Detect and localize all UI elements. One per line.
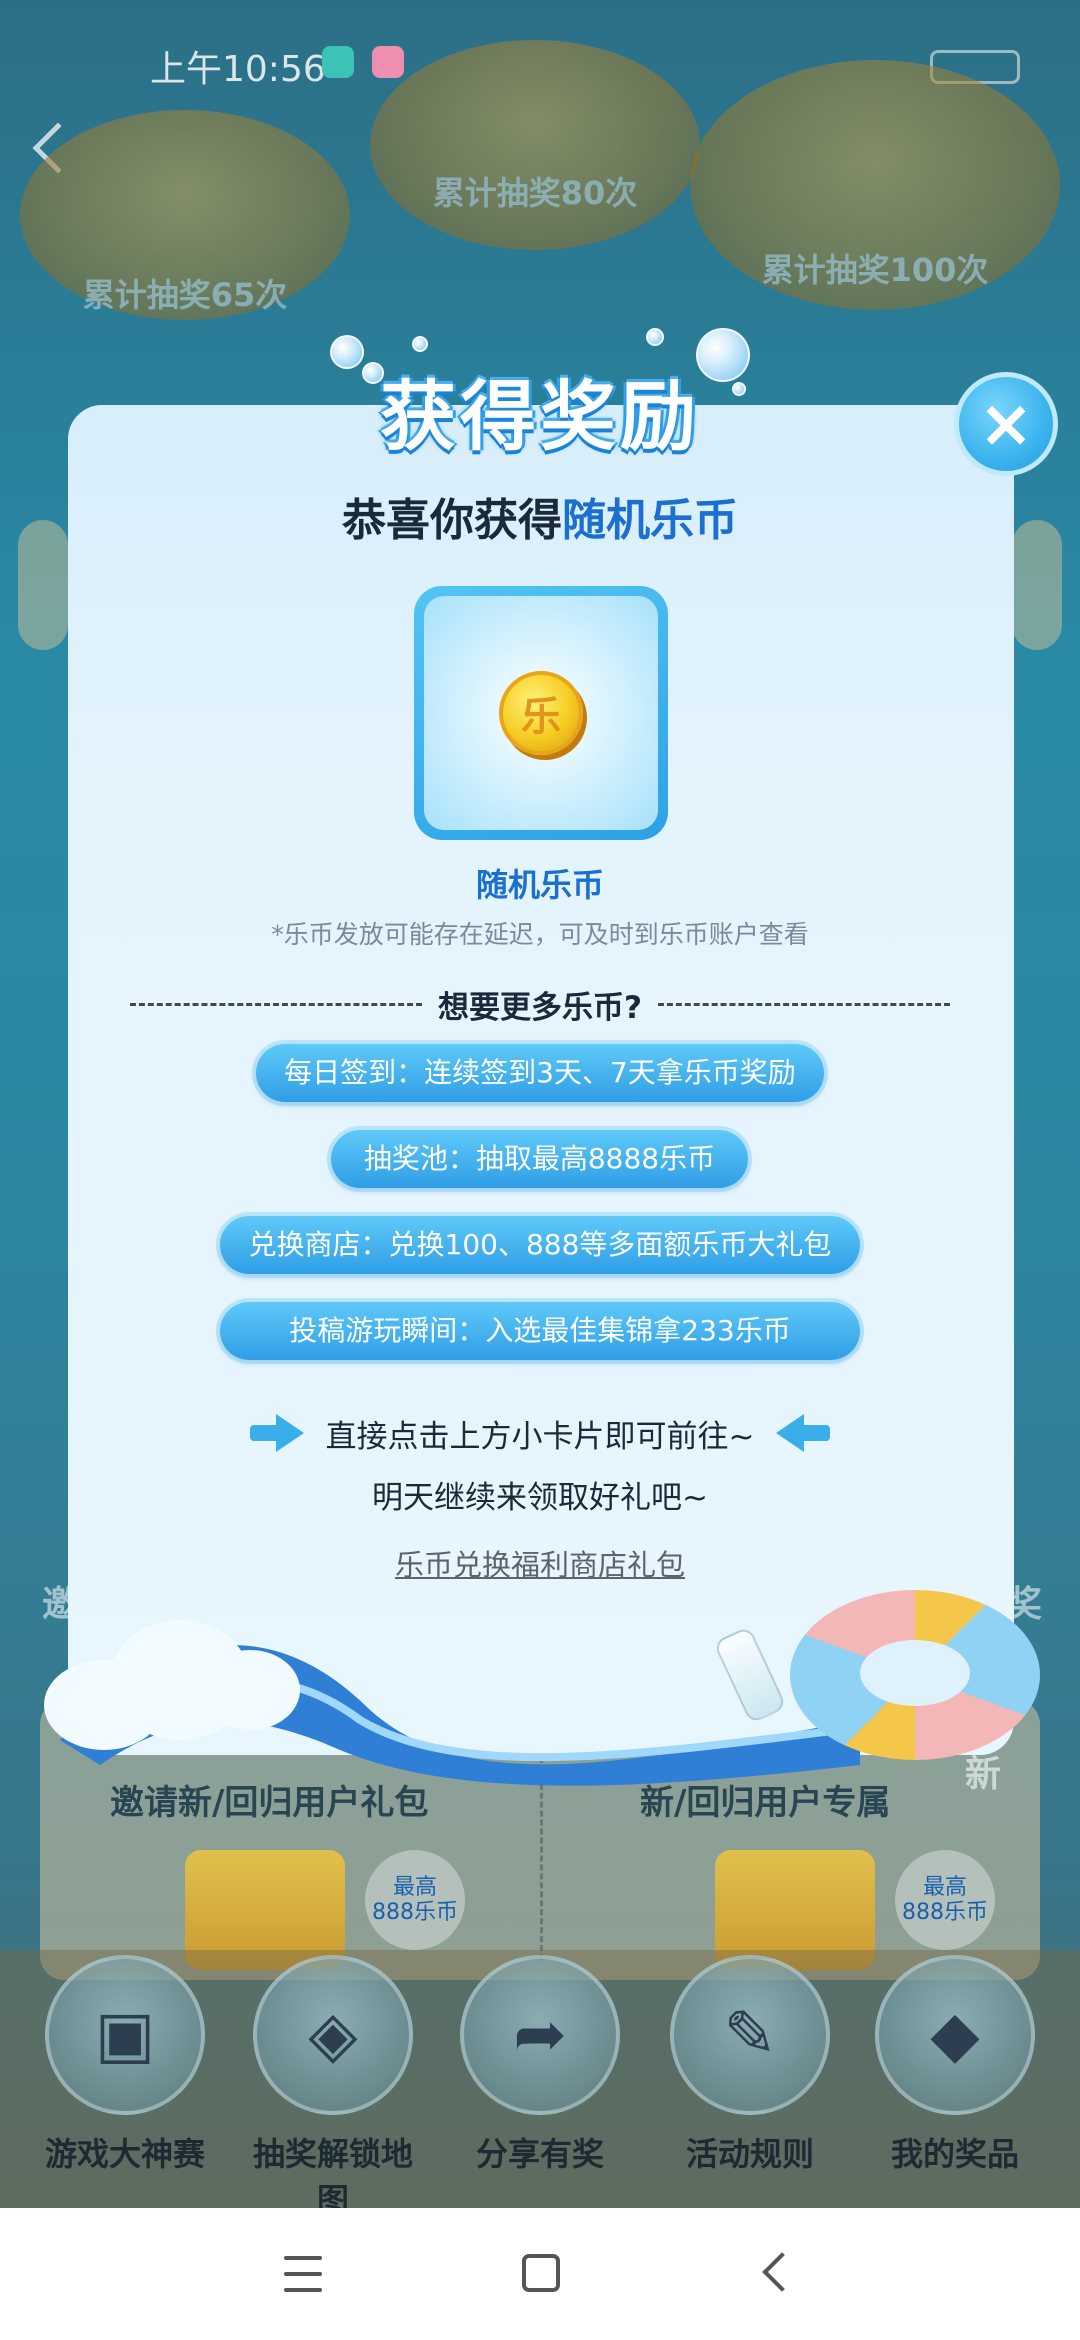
shop-link[interactable]: 乐币兑换福利商店礼包	[0, 1542, 1080, 1584]
island-100[interactable]: 累计抽奖100次	[690, 60, 1060, 310]
task-lottery-pool-button[interactable]: 抽奖池：抽取最高8888乐币	[331, 1130, 748, 1188]
max-badge-right: 最高 888乐币	[895, 1850, 995, 1950]
island-label: 累计抽奖80次	[432, 174, 638, 212]
more-coins-title: 想要更多乐币?	[438, 989, 642, 1026]
nav-my-prizes[interactable]: ◆ 我的奖品	[870, 1955, 1040, 2175]
menu-icon[interactable]	[284, 2256, 322, 2292]
badge-bottom: 888乐币	[902, 1900, 988, 1925]
back-nav-icon[interactable]	[762, 2252, 802, 2292]
gift-icon: ◆	[875, 1955, 1035, 2115]
tv-icon: ▣	[45, 1955, 205, 2115]
prize-note: *乐币发放可能存在延迟，可及时到乐币账户查看	[271, 920, 809, 949]
island-label: 累计抽奖65次	[82, 276, 288, 314]
prize-card-inner: 乐	[424, 596, 658, 830]
share-icon: ➦	[460, 1955, 620, 2115]
prize-name: 随机乐币	[475, 866, 604, 904]
close-icon: ×	[978, 385, 1034, 462]
island-80[interactable]: 累计抽奖80次	[370, 40, 700, 250]
island-65[interactable]: 累计抽奖65次	[20, 110, 350, 320]
bubble-decoration	[412, 336, 428, 352]
status-time: 上午10:56	[150, 49, 326, 90]
congrats-prefix: 恭喜你获得	[342, 495, 562, 546]
swim-ring-decoration	[790, 1590, 1040, 1760]
map-icon: ◈	[253, 1955, 413, 2115]
game-app-icon	[372, 46, 404, 78]
tomorrow-text: 明天继续来领取好礼吧~	[372, 1480, 708, 1516]
arrow-left-icon	[774, 1414, 831, 1452]
bubble-decoration	[646, 328, 664, 346]
prize-card: 乐	[414, 586, 668, 840]
congrats-text: 恭喜你获得随机乐币	[0, 484, 1080, 548]
dashed-line	[658, 1002, 951, 1006]
coin-glyph: 乐	[521, 694, 561, 740]
close-button[interactable]: ×	[954, 372, 1058, 476]
home-icon[interactable]	[522, 2254, 560, 2292]
badge-top: 最高	[922, 1874, 967, 1900]
congrats-highlight: 随机乐币	[562, 495, 738, 546]
cloud-decoration	[200, 1650, 300, 1730]
nav-label: 我的奖品	[890, 2135, 1019, 2173]
nav-lottery-map[interactable]: ◈ 抽奖解锁地图	[248, 1955, 418, 2208]
nav-label: 分享有奖	[475, 2135, 604, 2173]
telegram-app-icon	[322, 46, 354, 78]
nav-game-contest[interactable]: ▣ 游戏大神赛	[40, 1955, 210, 2175]
book-icon: ✎	[670, 1955, 830, 2115]
hint-row: 直接点击上方小卡片即可前往~	[0, 1408, 1080, 1458]
island-label: 累计抽奖100次	[761, 251, 989, 289]
dashed-line	[130, 1002, 423, 1006]
nav-share[interactable]: ➦ 分享有奖	[455, 1955, 625, 2175]
nav-rules[interactable]: ✎ 活动规则	[665, 1955, 835, 2175]
nav-label: 游戏大神赛	[44, 2135, 205, 2173]
coin-icon: 乐	[499, 671, 583, 755]
badge-top: 最高	[392, 1874, 437, 1900]
more-coins-divider: 想要更多乐币?	[130, 982, 951, 1026]
arrow-right-icon	[249, 1414, 306, 1452]
nav-label: 抽奖解锁地图	[252, 2135, 413, 2208]
task-daily-checkin-button[interactable]: 每日签到：连续签到3天、7天拿乐币奖励	[256, 1044, 824, 1102]
hint-text: 直接点击上方小卡片即可前往~	[325, 1418, 755, 1455]
badge-bottom: 888乐币	[372, 1900, 458, 1925]
nav-label: 活动规则	[685, 2135, 814, 2173]
max-badge-left: 最高 888乐币	[365, 1850, 465, 1950]
modal-title: 获得奖励	[380, 372, 700, 461]
task-exchange-shop-button[interactable]: 兑换商店：兑换100、888等多面额乐币大礼包	[220, 1216, 860, 1274]
system-nav-bar	[0, 2208, 1080, 2340]
task-submit-moment-button[interactable]: 投稿游玩瞬间：入选最佳集锦拿233乐币	[220, 1302, 860, 1360]
